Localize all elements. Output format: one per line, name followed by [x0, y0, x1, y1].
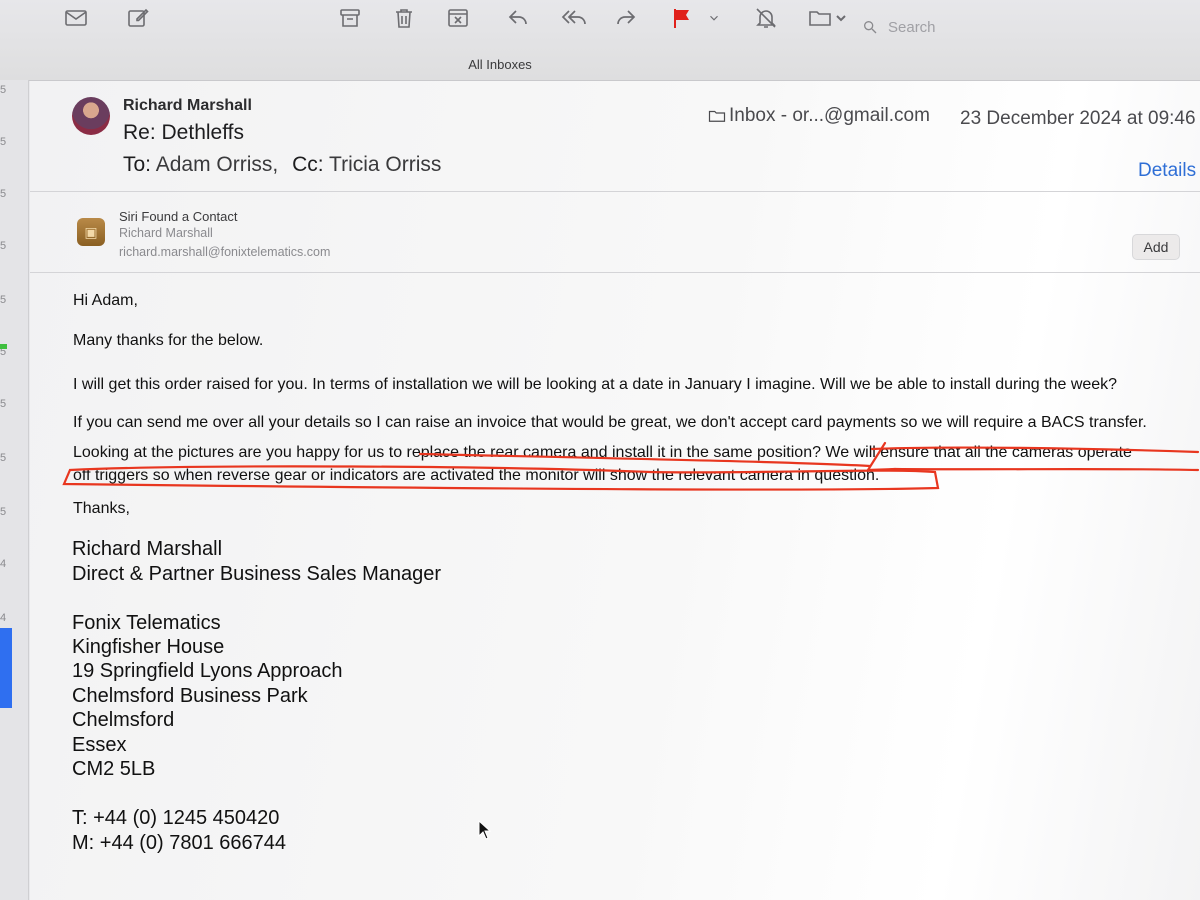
subject: Re: Dethleffs [123, 121, 245, 144]
siri-contact-name: Richard Marshall [119, 226, 213, 240]
message-pane: Richard Marshall Re: Dethleffs To: Adam … [30, 81, 1200, 900]
signature-address: 19 Springfield Lyons Approach [72, 660, 343, 682]
unread-count: 5 [0, 506, 7, 518]
paragraph: Many thanks for the below. [73, 332, 264, 349]
add-contact-button[interactable]: Add [1132, 234, 1180, 260]
message-date: 23 December 2024 at 09:46 [960, 108, 1196, 129]
flag-icon[interactable] [668, 4, 696, 32]
cc-label: Cc: [292, 153, 324, 176]
junk-icon[interactable] [444, 4, 472, 32]
mailbox-title: All Inboxes [468, 57, 532, 72]
paragraph: If you can send me over all your details… [73, 414, 1147, 431]
siri-contact-email: richard.marshall@fonixtelematics.com [119, 245, 331, 259]
signature-role: Direct & Partner Business Sales Manager [72, 563, 442, 585]
unread-count: 5 [0, 240, 7, 252]
forward-icon[interactable] [612, 4, 640, 32]
signature-address: CM2 5LB [72, 758, 156, 780]
folder-icon [708, 110, 726, 122]
search-icon [864, 20, 877, 34]
chevron-down-icon[interactable] [702, 4, 726, 32]
mouse-cursor-icon [478, 820, 492, 840]
signature-address: Kingfisher House [72, 636, 225, 658]
trash-icon[interactable] [390, 4, 418, 32]
unread-count: 5 [0, 452, 7, 464]
avatar[interactable] [72, 97, 110, 135]
search-field[interactable] [862, 16, 1162, 38]
signature-address: Essex [72, 734, 127, 756]
recipients: To: Adam Orriss, Cc: Tricia Orriss [123, 153, 441, 177]
message-header: Richard Marshall Re: Dethleffs To: Adam … [30, 81, 1200, 192]
status-dot [0, 344, 7, 349]
contacts-icon: ▣ [77, 218, 105, 246]
unread-count: 5 [0, 294, 7, 306]
selected-row-indicator [0, 628, 12, 708]
cc-recipient[interactable]: Tricia Orriss [329, 153, 441, 176]
folder-icon[interactable] [806, 4, 850, 32]
sender-name[interactable]: Richard Marshall [123, 97, 252, 115]
details-link[interactable]: Details [1138, 160, 1196, 182]
message-list-edge[interactable]: 5 5 5 5 5 5 5 5 5 4 4 [0, 80, 29, 900]
bell-slash-icon[interactable] [752, 4, 780, 32]
siri-contact-banner: ▣ Siri Found a Contact Richard Marshall … [30, 192, 1200, 273]
envelope-icon[interactable] [62, 4, 90, 32]
mailbox-label: Inbox - or...@gmail.com [707, 105, 930, 127]
to-recipient[interactable]: Adam Orriss, [156, 153, 279, 176]
unread-count: 5 [0, 398, 7, 410]
paragraph-line: off triggers so when reverse gear or ind… [73, 467, 880, 484]
mailbox-name: Inbox - or...@gmail.com [729, 105, 930, 126]
reply-icon[interactable] [504, 4, 532, 32]
signature-company: Fonix Telematics [72, 612, 221, 634]
unread-count: 4 [0, 612, 7, 624]
archive-icon[interactable] [336, 4, 364, 32]
greeting: Hi Adam, [73, 292, 138, 309]
reply-all-icon[interactable] [557, 4, 591, 32]
unread-count: 4 [0, 558, 7, 570]
signature-name: Richard Marshall [72, 538, 223, 560]
compose-icon[interactable] [124, 4, 152, 32]
to-label: To: [123, 153, 152, 176]
unread-count: 5 [0, 136, 7, 148]
unread-count: 5 [0, 188, 7, 200]
search-input[interactable] [886, 17, 1130, 37]
signature-mobile: M: +44 (0) 7801 666744 [72, 832, 287, 854]
signoff: Thanks, [73, 500, 130, 517]
toolbar: All Inboxes [0, 0, 1200, 81]
signature-address: Chelmsford [72, 709, 175, 731]
paragraph-line: Looking at the pictures are you happy fo… [73, 444, 1132, 461]
unread-count: 5 [0, 84, 7, 96]
signature-address: Chelmsford Business Park [72, 685, 308, 707]
signature-phone: T: +44 (0) 1245 450420 [72, 807, 280, 829]
siri-title: Siri Found a Contact [119, 209, 238, 224]
paragraph: I will get this order raised for you. In… [73, 376, 1118, 393]
